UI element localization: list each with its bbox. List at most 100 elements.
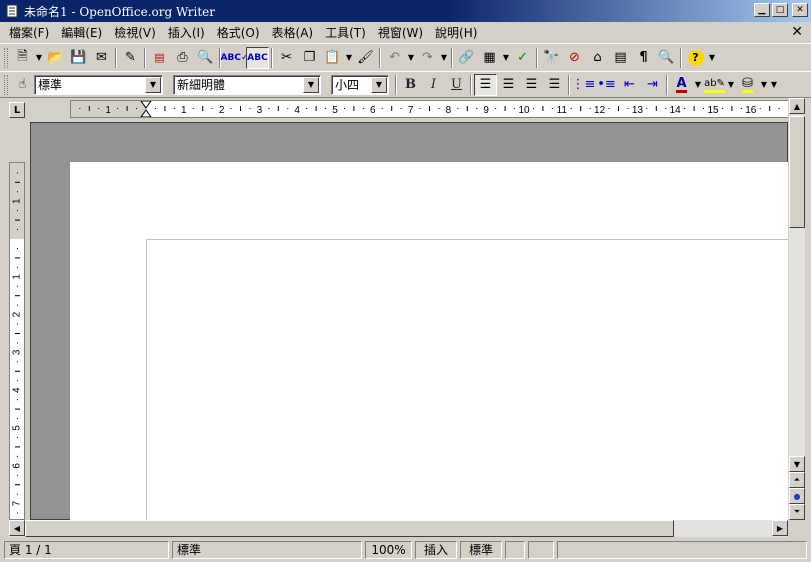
paste-dropdown-button[interactable]: ▼ [344,47,354,69]
chevron-down-icon[interactable]: ▼ [303,76,319,93]
font-name-select[interactable]: 新細明體 ▼ [173,74,321,95]
navigator-compass-icon: ⊘ [569,50,580,65]
paragraph-style-select[interactable]: 標準 ▼ [34,74,163,95]
next-page-button[interactable]: ⏷ [789,504,805,520]
close-document-button[interactable]: ✕ [791,24,803,40]
toolbar-overflow-button[interactable]: ▼ [769,74,779,96]
gallery-button[interactable]: ⌂ [586,47,609,69]
align-center-button[interactable]: ☰ [497,74,520,96]
scroll-down-button[interactable]: ▼ [789,456,805,472]
undo-button[interactable]: ↶ [383,47,406,69]
export-pdf-button[interactable]: ▤ [148,47,171,69]
vertical-scroll-thumb[interactable] [789,116,805,228]
copy-button[interactable]: ❐ [298,47,321,69]
menu-insert[interactable]: 插入(I) [162,24,211,42]
formatting-marks-button[interactable]: ¶ [632,47,655,69]
cut-button[interactable]: ✂ [275,47,298,69]
styles-formatting-button[interactable]: ☝ [11,74,34,96]
indent-marker[interactable] [140,101,152,117]
status-signature[interactable] [528,541,554,559]
toolbar-grip[interactable] [4,74,8,95]
align-right-button[interactable]: ☰ [520,74,543,96]
menu-format[interactable]: 格式(O) [211,24,266,42]
font-color-dropdown-button[interactable]: ▼ [693,74,703,96]
scroll-right-button[interactable]: ▶ [772,520,788,536]
open-button[interactable]: 📂 [44,47,67,69]
status-insert-mode[interactable]: 插入 [415,541,457,559]
toolbar-overflow-button[interactable]: ▼ [707,47,717,69]
minimize-button[interactable]: ▁ [754,3,770,17]
status-modified[interactable] [505,541,525,559]
navigation-button[interactable]: ● [789,488,805,504]
increase-indent-button[interactable]: ⇥ [641,74,664,96]
horizontal-scrollbar[interactable]: ◀ ▶ [9,520,788,537]
edit-file-button[interactable]: ✎ [119,47,142,69]
page-preview-button[interactable]: 🔍 [194,47,217,69]
auto-spellcheck-button[interactable]: ABC [246,46,269,69]
background-color-dropdown-button[interactable]: ▼ [759,74,769,96]
tab-stop-selector[interactable]: L [9,102,25,118]
italic-button[interactable]: I [422,74,445,96]
chevron-down-icon[interactable]: ▼ [145,76,161,93]
menu-table[interactable]: 表格(A) [266,24,320,42]
new-document-button[interactable]: 🗎 [11,47,34,69]
vertical-ruler[interactable]: 1 1 2 3 4 5 6 7 [9,162,25,520]
status-page-style[interactable]: 標準 [172,541,362,559]
spellcheck-button[interactable]: ABC✓ [221,47,249,69]
font-size-select[interactable]: 小四 ▼ [331,74,389,95]
save-button[interactable]: 💾 [67,47,90,69]
justify-button[interactable]: ☰ [543,74,566,96]
menu-file[interactable]: 檔案(F) [3,24,55,42]
paste-button[interactable]: 📋 [321,47,344,69]
horizontal-scroll-thumb[interactable] [25,520,674,537]
print-button[interactable]: ⎙ [171,47,194,69]
data-sources-button[interactable]: ▤ [609,47,632,69]
menu-help[interactable]: 說明(H) [429,24,483,42]
writer-app-icon[interactable] [4,3,20,19]
undo-dropdown-button[interactable]: ▼ [406,47,416,69]
scroll-left-button[interactable]: ◀ [9,520,25,536]
menu-tools[interactable]: 工具(T) [319,24,372,42]
highlight-dropdown-button[interactable]: ▼ [726,74,736,96]
table-dropdown-button[interactable]: ▼ [501,47,511,69]
status-selection-mode[interactable]: 標準 [460,541,502,559]
email-button[interactable]: ✉ [90,47,113,69]
background-color-button[interactable]: ⛁ [736,74,759,96]
previous-page-button[interactable]: ⏶ [789,472,805,488]
align-left-button[interactable]: ☰ [474,73,497,96]
zoom-button[interactable]: 🔍 [655,47,678,69]
decrease-indent-button[interactable]: ⇤ [618,74,641,96]
menu-view[interactable]: 檢視(V) [108,24,162,42]
show-draw-functions-button[interactable]: ✓ [511,47,534,69]
ruler-tick-label: 5 [332,105,338,116]
numbering-button[interactable]: ⋮≡ [572,74,596,96]
redo-button[interactable]: ↷ [416,47,439,69]
find-replace-button[interactable]: 🔭 [540,47,563,69]
title-bar[interactable]: 未命名1 - OpenOffice.org Writer ▁ □ ✕ [0,0,811,22]
close-window-button[interactable]: ✕ [792,3,808,17]
vertical-scrollbar[interactable]: ▲ ▼ ⏶ ● ⏷ [788,98,805,520]
menu-edit[interactable]: 編輯(E) [55,24,108,42]
chevron-down-icon[interactable]: ▼ [371,76,387,93]
bullets-button[interactable]: •≡ [595,74,618,96]
status-page-number[interactable]: 頁 1 / 1 [4,541,169,559]
redo-dropdown-button[interactable]: ▼ [439,47,449,69]
new-dropdown-button[interactable]: ▼ [34,47,44,69]
menu-window[interactable]: 視窗(W) [372,24,429,42]
highlight-button[interactable]: ab✎ [703,74,726,96]
hyperlink-button[interactable]: 🔗 [455,47,478,69]
table-button[interactable]: ▦ [478,47,501,69]
bold-button[interactable]: B [399,74,422,96]
font-color-button[interactable]: A [670,74,693,96]
data-sources-icon: ▤ [614,50,627,65]
underline-button[interactable]: U [445,74,468,96]
status-zoom[interactable]: 100% [365,541,412,559]
text-boundary[interactable] [146,239,788,520]
navigator-button[interactable]: ⊘ [563,47,586,69]
scroll-up-button[interactable]: ▲ [789,98,805,114]
horizontal-ruler[interactable]: 1 1 2 3 4 5 6 7 8 9 10 11 12 13 14 15 16 [70,100,790,118]
help-button[interactable]: ? [684,47,707,69]
format-paintbrush-button[interactable]: 🖌 [354,47,377,69]
toolbar-grip[interactable] [4,47,8,68]
maximize-button[interactable]: □ [772,3,788,17]
